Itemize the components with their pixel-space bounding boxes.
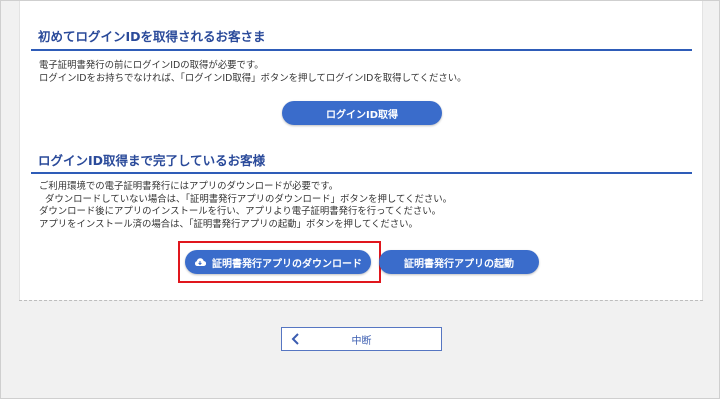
footer-divider (19, 300, 703, 301)
cancel-button[interactable]: 中断 (281, 327, 442, 351)
section-divider (31, 49, 692, 51)
section-text-first-login: 電子証明書発行の前にログインIDの取得が必要です。 ログインIDをお持ちでなけれ… (39, 60, 467, 85)
cloud-download-icon (194, 258, 206, 267)
download-app-button[interactable]: 証明書発行アプリのダウンロード (185, 250, 371, 274)
get-login-id-button[interactable]: ログインID取得 (282, 101, 442, 125)
download-app-label: 証明書発行アプリのダウンロード (212, 258, 362, 270)
section-title-first-login: 初めてログインIDを取得されるお客さま (38, 29, 266, 44)
text-line: ログインIDをお持ちでなければ、「ログインID取得」ボタンを押してログインIDを… (39, 72, 467, 84)
text-line: ダウンロードしていない場合は、「証明書発行アプリのダウンロード」ボタンを押してく… (45, 193, 452, 205)
section-text-registered: ご利用環境での電子証明書発行にはアプリのダウンロードが必要です。 ダウンロードし… (39, 181, 452, 231)
launch-app-button[interactable]: 証明書発行アプリの起動 (379, 250, 539, 274)
text-line: アプリをインストール済の場合は、「証明書発行アプリの起動」ボタンを押してください… (39, 218, 418, 230)
text-line: ダウンロード後にアプリのインストールを行い、アプリより電子証明書発行を行ってくだ… (39, 206, 442, 217)
section-title-registered: ログインID取得まで完了しているお客様 (38, 153, 266, 168)
chevron-left-icon (291, 333, 299, 345)
text-line: ご利用環境での電子証明書発行にはアプリのダウンロードが必要です。 (39, 181, 339, 192)
page-frame: 初めてログインIDを取得されるお客さま 電子証明書発行の前にログインIDの取得が… (0, 0, 720, 399)
cancel-label: 中断 (351, 335, 372, 347)
text-line: 電子証明書発行の前にログインIDの取得が必要です。 (39, 60, 264, 71)
section-divider (31, 172, 692, 174)
